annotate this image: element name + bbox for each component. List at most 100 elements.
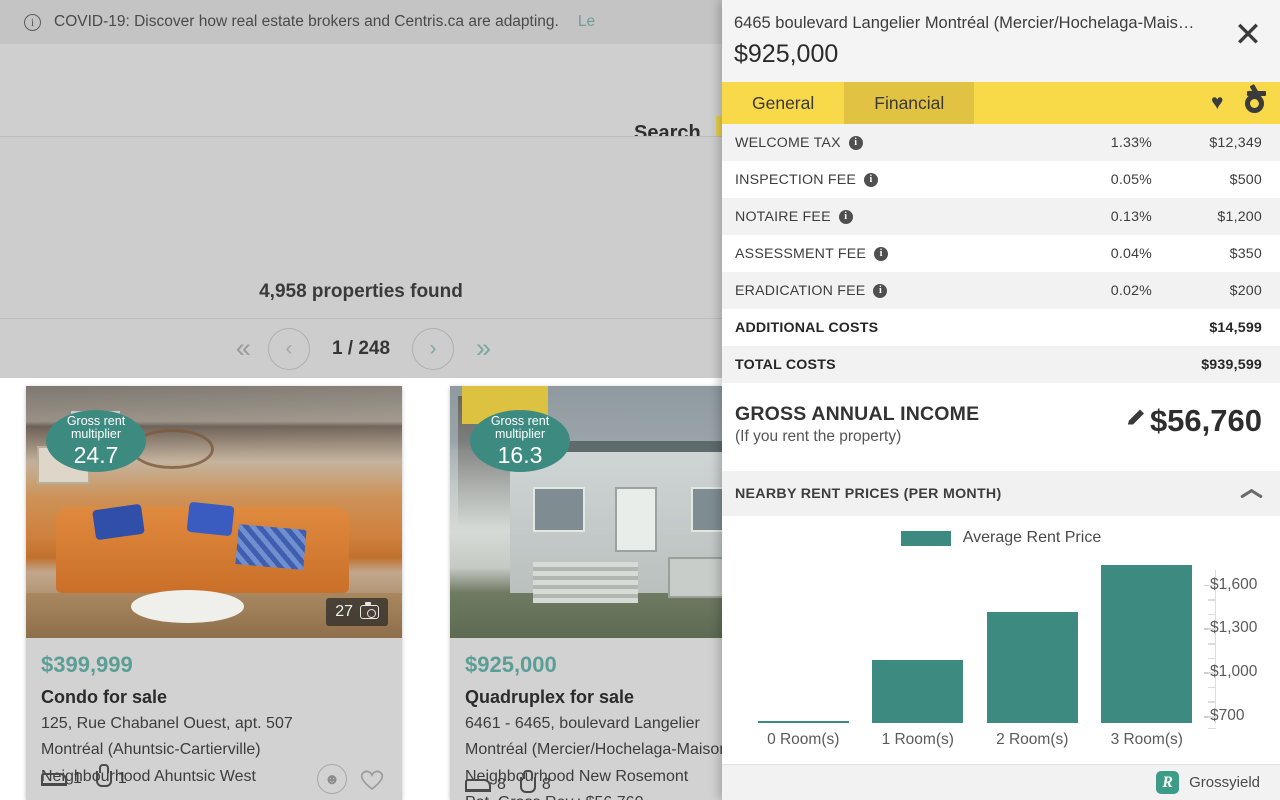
search-filter-bar: ss or Centris N° Residential For sale [0, 136, 722, 327]
chart-x-label: 3 Room(s) [1110, 731, 1183, 748]
grm-label-line1: Gross rent [490, 413, 550, 428]
chevron-up-icon[interactable] [1240, 488, 1262, 500]
covid-banner-link[interactable]: Le [578, 13, 595, 31]
tab-general[interactable]: General [722, 82, 844, 124]
property-photo[interactable]: Gross rent multiplier 24.7 27 [26, 386, 402, 638]
row-label: TOTAL COSTS [735, 357, 1042, 373]
bathrooms-count: 8 [541, 776, 551, 793]
row-label-text: ASSESSMENT FEE [735, 245, 867, 262]
chart-bar-column [865, 558, 970, 723]
bedrooms-feature: 8 [465, 776, 506, 794]
gross-rent-multiplier-badge: Gross rent multiplier 24.7 [46, 410, 146, 472]
gross-rent-multiplier-badge: Gross rent multiplier 16.3 [470, 410, 570, 472]
chart-y-minor-tick [1208, 727, 1216, 730]
info-icon[interactable]: i [848, 135, 863, 150]
row-label-text: ERADICATION FEE [735, 282, 866, 299]
legend-label: Average Rent Price [962, 529, 1102, 546]
row-label: ASSESSMENT FEE i [735, 246, 1042, 262]
row-label: ERADICATION FEE i [735, 283, 1042, 299]
chart-bar-column [1094, 558, 1199, 723]
site-nav: Search [0, 44, 722, 180]
gross-annual-income-value: $56,760 [1149, 403, 1262, 438]
property-address-line2: Montréal (Ahuntsic-Cartierville) [41, 741, 261, 759]
chart-plot-area: 0 Room(s) 1 Room(s) 2 Room(s) 3 Room(s) $1,… [746, 558, 1262, 748]
edit-pencil-icon[interactable] [1124, 406, 1148, 436]
property-price: $399,999 [41, 652, 133, 677]
grossyield-brand-name: Grossyield [1189, 774, 1260, 791]
chart-bar [986, 612, 1078, 723]
bathrooms-feature: 8 [519, 770, 551, 794]
chart-bar [872, 660, 964, 723]
row-amount: $12,349 [1209, 134, 1262, 151]
info-icon[interactable]: i [838, 209, 853, 224]
grm-label-line1: Gross rent [66, 413, 126, 428]
table-row-total-costs: TOTAL COSTS $939,599 [722, 346, 1280, 383]
photo-count-badge[interactable]: 27 [326, 598, 388, 626]
row-percent: 0.02% [1110, 282, 1152, 299]
row-label-text: WELCOME TAX [735, 134, 841, 151]
info-icon: i [24, 13, 41, 31]
bathrooms-feature: 1 [95, 764, 127, 788]
grossyield-financial-panel: 6465 boulevard Langelier Montréal (Merci… [722, 0, 1280, 800]
tab-financial[interactable]: Financial [844, 82, 975, 124]
row-amount: $939,599 [1201, 356, 1262, 373]
gross-annual-income-subtitle: (If you rent the property) [735, 428, 902, 445]
chart-y-minor-tick [1208, 584, 1216, 587]
settings-gear-icon[interactable] [1245, 93, 1264, 113]
pagination-first-button[interactable]: « [230, 333, 252, 364]
gross-annual-income-title: GROSS ANNUAL INCOME [735, 403, 980, 425]
chart-x-axis-labels: 0 Room(s) 1 Room(s) 2 Room(s) 3 Room(s) [746, 731, 1204, 749]
info-icon[interactable]: i [873, 283, 888, 298]
property-address-line1: 125, Rue Chabanel Ouest, apt. 507 [41, 715, 293, 732]
panel-property-price: $925,000 [734, 40, 839, 68]
pagination-current-page: 1 / 248 [331, 337, 391, 359]
table-row: INSPECTION FEE i 0.05% $500 [722, 161, 1280, 198]
panel-tabbar: General Financial ♥ [722, 82, 1280, 124]
chart-y-minor-tick [1208, 599, 1216, 601]
pagination: « ‹ 1 / 248 › » [0, 318, 722, 378]
table-row: NOTAIRE FEE i 0.13% $1,200 [722, 198, 1280, 235]
broker-avatar-button[interactable]: ☻ [317, 764, 347, 794]
legend-swatch [900, 530, 951, 546]
chart-legend: Average Rent Price [732, 524, 1270, 552]
nearby-rent-prices-header[interactable]: NEARBY RENT PRICES (PER MONTH) [722, 471, 1280, 516]
row-amount: $500 [1229, 171, 1262, 188]
row-percent: 0.04% [1110, 245, 1152, 262]
favourite-heart-icon[interactable] [357, 764, 387, 794]
bedrooms-feature: 1 [41, 770, 82, 788]
chart-y-minor-tick [1208, 716, 1216, 718]
bath-icon [95, 764, 112, 787]
pagination-next-button[interactable]: › [412, 327, 455, 370]
bathrooms-count: 1 [117, 770, 127, 787]
gross-annual-income-value-group[interactable]: $56,760 [1124, 403, 1262, 439]
property-features: 1 1 ☻ [41, 764, 387, 794]
row-amount: $1,200 [1217, 208, 1262, 225]
chart-x-label: 2 Room(s) [996, 731, 1069, 748]
favourite-heart-icon[interactable]: ♥ [1211, 92, 1231, 113]
row-label: NOTAIRE FEE i [735, 209, 1042, 225]
chart-bars [746, 558, 1204, 723]
bedrooms-count: 8 [497, 776, 506, 793]
pagination-last-button[interactable]: » [470, 333, 492, 364]
row-label-text: NOTAIRE FEE [735, 208, 831, 225]
nearby-rent-prices-title: NEARBY RENT PRICES (PER MONTH) [735, 485, 1002, 502]
row-label-text: TOTAL COSTS [735, 356, 836, 373]
property-card[interactable]: Gross rent multiplier 24.7 27 $399,999 C… [26, 386, 402, 800]
row-label-text: INSPECTION FEE [735, 171, 857, 188]
panel-tab-icons: ♥ [1211, 82, 1280, 124]
close-icon[interactable]: ✕ [1232, 18, 1264, 52]
row-label-text: ADDITIONAL COSTS [735, 319, 879, 336]
grm-value: 24.7 [73, 441, 119, 468]
chart-y-minor-tick [1208, 628, 1216, 630]
chart-y-minor-tick [1208, 643, 1216, 645]
info-icon[interactable]: i [864, 172, 879, 187]
table-row-additional-costs: ADDITIONAL COSTS $14,599 [722, 309, 1280, 346]
grm-value: 16.3 [497, 441, 543, 468]
row-amount: $200 [1229, 282, 1262, 299]
info-icon[interactable]: i [874, 246, 889, 261]
panel-content: WELCOME TAX i 1.33% $12,349 INSPECTION F… [722, 124, 1280, 764]
covid-banner-text: COVID-19: Discover how real estate broke… [54, 13, 559, 30]
panel-property-address: 6465 boulevard Langelier Montréal (Merci… [734, 14, 1204, 32]
row-percent: 0.05% [1110, 171, 1152, 188]
pagination-prev-button[interactable]: ‹ [267, 327, 310, 370]
